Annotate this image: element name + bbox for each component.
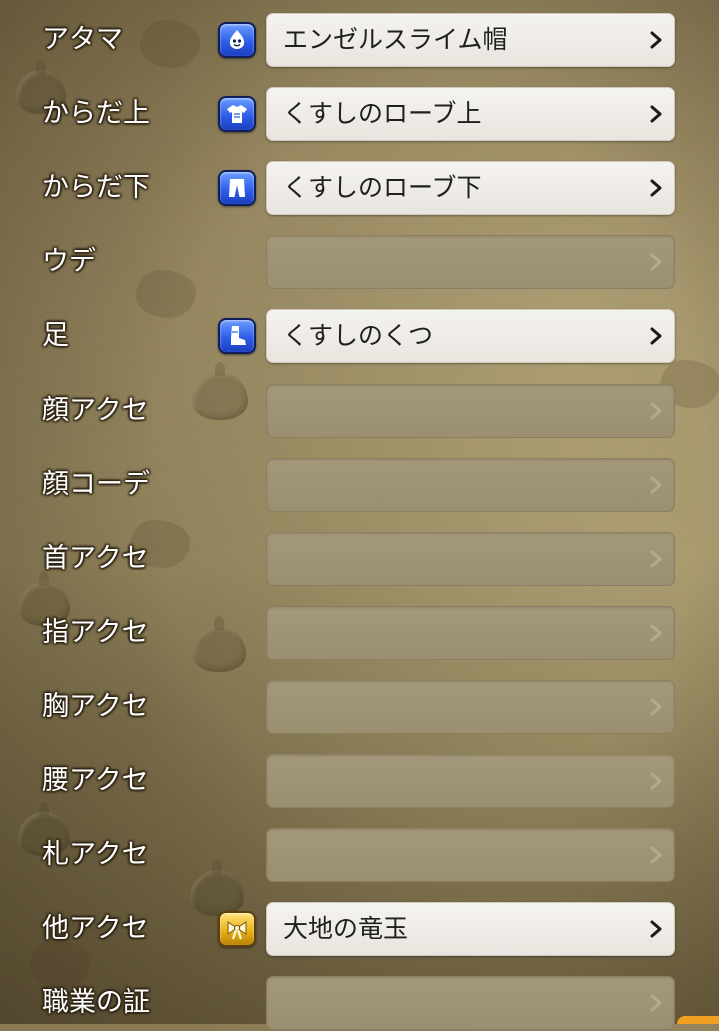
- chevron-right-icon: [648, 402, 664, 420]
- slot-label: 胸アクセ: [42, 691, 149, 722]
- equipment-slot-row: 顔コーデ: [0, 457, 719, 513]
- equipped-item-name: 大地の竜玉: [283, 914, 409, 943]
- equipped-item-name: くすしのローブ下: [283, 173, 482, 202]
- equipment-slot-row: 顔アクセ: [0, 383, 719, 439]
- chevron-right-icon: [648, 846, 664, 864]
- shirt-icon: [218, 96, 256, 132]
- equipped-item-button[interactable]: 大地の竜玉: [266, 902, 675, 956]
- chevron-right-icon: [648, 624, 664, 642]
- slot-label: アタマ: [42, 24, 123, 55]
- slot-label: 腰アクセ: [42, 765, 149, 796]
- equipment-slot-row: からだ上 くすしのローブ上: [0, 86, 719, 142]
- chevron-right-icon: [648, 253, 664, 271]
- orange-tab-edge[interactable]: [677, 1016, 719, 1024]
- equipped-item-button[interactable]: くすしのくつ: [266, 309, 675, 363]
- slot-label: 足: [42, 320, 69, 351]
- equipment-slot-row: 職業の証: [0, 975, 719, 1031]
- slot-label: 職業の証: [42, 987, 150, 1018]
- equipment-slot-row: 指アクセ: [0, 605, 719, 661]
- slot-label: 顔アクセ: [42, 395, 149, 426]
- chevron-right-icon: [648, 772, 664, 790]
- equipment-slot-row: アタマ エンゼルスライム帽: [0, 12, 719, 68]
- chevron-right-icon: [648, 698, 664, 716]
- ribbon-icon: [218, 911, 256, 947]
- empty-slot-button[interactable]: [266, 458, 675, 512]
- equipped-item-name: エンゼルスライム帽: [283, 25, 508, 54]
- equipped-item-button[interactable]: くすしのローブ下: [266, 161, 675, 215]
- equipped-item-button[interactable]: くすしのローブ上: [266, 87, 675, 141]
- chevron-right-icon: [648, 920, 664, 938]
- equipment-slot-row: 他アクセ 大地の竜玉: [0, 901, 719, 957]
- slot-label: 他アクセ: [42, 913, 149, 944]
- empty-slot-button[interactable]: [266, 828, 675, 882]
- chevron-right-icon: [648, 31, 664, 49]
- chevron-right-icon: [648, 476, 664, 494]
- equipment-slot-row: からだ下 くすしのローブ下: [0, 160, 719, 216]
- empty-slot-button[interactable]: [266, 606, 675, 660]
- slot-label: 首アクセ: [42, 543, 149, 574]
- empty-slot-button[interactable]: [266, 754, 675, 808]
- slot-label: 顔コーデ: [42, 469, 150, 500]
- equipment-slot-row: 胸アクセ: [0, 679, 719, 735]
- slot-label: からだ下: [42, 172, 150, 203]
- chevron-right-icon: [648, 179, 664, 197]
- slot-label: 札アクセ: [42, 839, 149, 870]
- equipment-slot-row: 首アクセ: [0, 531, 719, 587]
- empty-slot-button[interactable]: [266, 384, 675, 438]
- pants-icon: [218, 170, 256, 206]
- equipment-slot-row: 札アクセ: [0, 827, 719, 883]
- empty-slot-button[interactable]: [266, 532, 675, 586]
- slime-head-icon: [218, 22, 256, 58]
- slot-label: からだ上: [42, 98, 150, 129]
- equipment-slot-row: 足 くすしのくつ: [0, 308, 719, 364]
- slot-label: 指アクセ: [42, 617, 149, 648]
- equipment-slot-row: 腰アクセ: [0, 753, 719, 809]
- empty-slot-button[interactable]: [266, 680, 675, 734]
- empty-slot-button[interactable]: [266, 235, 675, 289]
- equipped-item-button[interactable]: エンゼルスライム帽: [266, 13, 675, 67]
- boot-icon: [218, 318, 256, 354]
- empty-slot-button[interactable]: [266, 976, 675, 1030]
- equipped-item-name: くすしのローブ上: [283, 99, 482, 128]
- chevron-right-icon: [648, 994, 664, 1012]
- chevron-right-icon: [648, 105, 664, 123]
- chevron-right-icon: [648, 550, 664, 568]
- equipment-slot-row: ウデ: [0, 234, 719, 290]
- equipped-item-name: くすしのくつ: [283, 321, 434, 350]
- slot-label: ウデ: [42, 246, 96, 277]
- chevron-right-icon: [648, 327, 664, 345]
